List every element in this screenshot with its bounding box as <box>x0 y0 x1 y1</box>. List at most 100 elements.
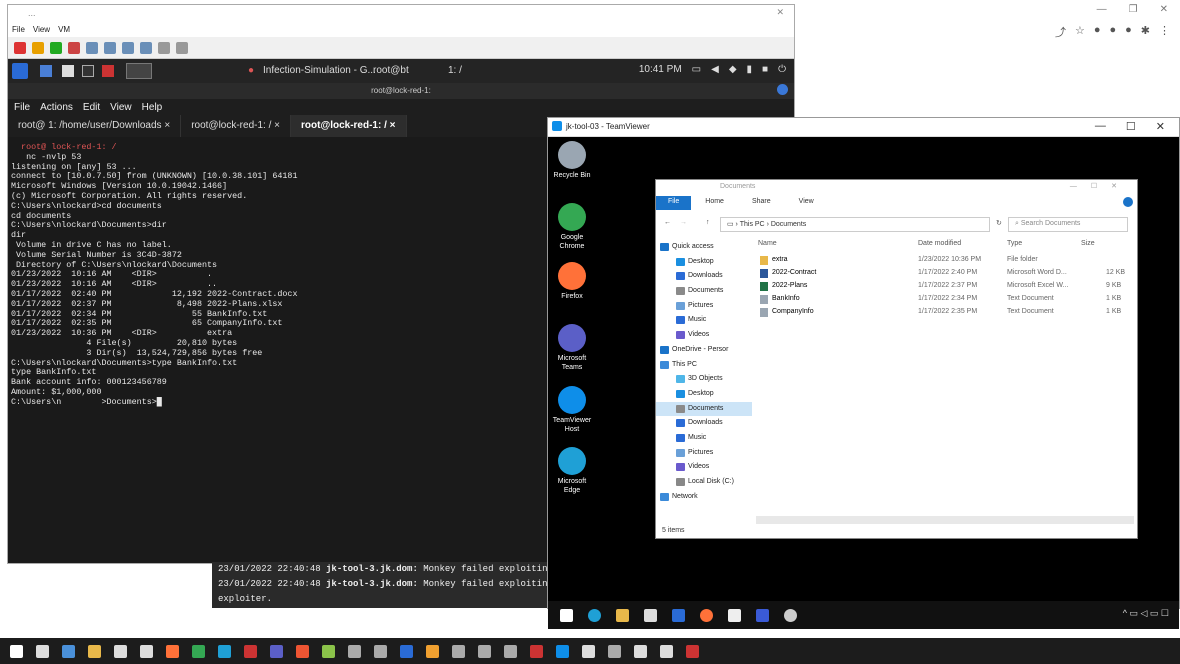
taskbar-app-icon[interactable] <box>296 644 309 658</box>
taskbar-app-icon[interactable] <box>36 644 49 658</box>
column-type[interactable]: Type <box>1007 240 1022 247</box>
file-row[interactable]: 2022-Plans 1/17/2022 2:37 PM Microsoft Exc… <box>756 280 1134 293</box>
minimize-icon[interactable]: — <box>1097 4 1107 15</box>
taskbar-terminal-title[interactable]: root@bt <box>373 65 409 76</box>
taskbar-app-icon[interactable] <box>322 644 335 658</box>
file-row[interactable]: extra 1/23/2022 10:36 PM File folder <box>756 254 1134 267</box>
search-input[interactable]: ⌕ Search Documents <box>1008 217 1128 232</box>
star-icon[interactable]: ☆ <box>1075 24 1085 40</box>
reset-icon[interactable] <box>68 41 80 54</box>
close-icon[interactable]: × <box>164 120 170 131</box>
taskbar-app-icon[interactable] <box>114 644 127 658</box>
settings-icon[interactable] <box>158 41 170 54</box>
menu-actions[interactable]: Actions <box>40 102 73 114</box>
taskbar-app-icon[interactable] <box>660 644 673 658</box>
back-icon[interactable]: ← <box>664 219 671 226</box>
taskbar-app-icon[interactable] <box>348 644 361 658</box>
nav-item[interactable]: Videos <box>656 328 752 343</box>
ribbon-share-tab[interactable]: Share <box>738 196 785 210</box>
terminal-tab-active[interactable]: root@lock-red-1: / × <box>291 115 407 137</box>
lock-icon[interactable]: ■ <box>762 64 768 75</box>
taskbar-window-title[interactable]: Infection-Simulation - G... <box>263 65 376 76</box>
browser-icon[interactable] <box>102 65 114 77</box>
mail-icon[interactable] <box>672 608 685 622</box>
terminal-icon[interactable] <box>82 65 94 77</box>
menu-view[interactable]: View <box>33 25 50 35</box>
menu-help[interactable]: Help <box>142 102 163 114</box>
powershell-icon[interactable] <box>756 608 769 622</box>
monitor-icon[interactable]: ▭ <box>692 64 701 75</box>
system-tray[interactable]: ^ ▭ ◁ ▭ ☐ <box>1123 608 1169 619</box>
taskbar-app-icon[interactable] <box>192 644 205 658</box>
address-bar[interactable]: ▭ › This PC › Documents <box>720 217 990 232</box>
refresh-icon[interactable]: ↻ <box>996 219 1002 227</box>
nav-item[interactable]: Music <box>656 313 752 328</box>
extension-icon[interactable]: ● <box>1125 24 1132 40</box>
terminal-output[interactable]: root@ lock-red-1: / nc -nvlp 53 listening… <box>8 143 548 549</box>
menu-edit[interactable]: Edit <box>83 102 100 114</box>
remote-desktop[interactable]: Recycle Bin Google Chrome Firefox Microsoft… <box>548 137 1179 629</box>
battery-icon[interactable]: ▮ <box>747 64 753 75</box>
help-icon[interactable] <box>1123 197 1133 207</box>
taskbar-app-icon[interactable] <box>452 644 465 658</box>
desktop-icon[interactable]: Firefox <box>549 262 595 301</box>
nav-item[interactable]: Downloads <box>656 269 752 284</box>
forward-icon[interactable]: → <box>680 219 687 226</box>
taskbar-app-icon[interactable] <box>634 644 647 658</box>
menu-vm[interactable]: VM <box>58 25 70 35</box>
file-row[interactable]: CompanyInfo 1/17/2022 2:35 PM Text Documen… <box>756 306 1134 319</box>
share-icon[interactable]: ⤴ <box>1055 24 1066 40</box>
file-row[interactable]: 2022-Contract 1/17/2022 2:40 PM Microsoft … <box>756 267 1134 280</box>
taskbar-app-icon[interactable] <box>582 644 595 658</box>
nav-item[interactable]: Documents <box>656 401 752 417</box>
ribbon-view-tab[interactable]: View <box>785 196 828 210</box>
taskbar-app-icon[interactable] <box>10 644 23 658</box>
breadcrumb-documents[interactable]: Documents <box>771 221 806 228</box>
nav-item[interactable]: Quick access <box>656 240 752 255</box>
column-date[interactable]: Date modified <box>918 240 961 247</box>
nav-item[interactable]: Pictures <box>656 446 752 461</box>
nav-item[interactable]: 3D Objects <box>656 372 752 387</box>
desktop-icon[interactable]: Google Chrome <box>549 203 595 251</box>
breadcrumb-this-pc[interactable]: This PC <box>740 221 765 228</box>
taskbar-app-icon[interactable] <box>140 644 153 658</box>
taskbar-app-icon[interactable] <box>166 644 179 658</box>
desktop-icon[interactable]: TeamViewer Host <box>549 386 595 434</box>
nav-item[interactable]: Local Disk (C:) <box>656 475 752 490</box>
ribbon-file-tab[interactable]: File <box>656 196 692 210</box>
taskbar-app-icon[interactable] <box>244 644 257 658</box>
desktop-icon[interactable]: Recycle Bin <box>549 141 595 180</box>
up-icon[interactable]: ↑ <box>706 219 710 226</box>
edge-icon[interactable] <box>588 608 601 622</box>
maximize-icon[interactable]: ☐ <box>1126 120 1136 133</box>
active-window-button[interactable] <box>126 63 152 79</box>
taskbar-app-icon[interactable] <box>504 644 517 658</box>
close-icon[interactable]: ✕ <box>1160 4 1168 15</box>
nav-item[interactable]: Desktop <box>656 255 752 270</box>
taskbar-app-icon[interactable] <box>530 644 543 658</box>
close-icon[interactable] <box>777 84 788 95</box>
gear-icon[interactable] <box>784 608 797 622</box>
nav-item[interactable]: Videos <box>656 460 752 475</box>
close-icon[interactable]: ✕ <box>776 7 784 18</box>
menu-view[interactable]: View <box>110 102 132 114</box>
taskbar-app-icon[interactable] <box>88 644 101 658</box>
power-icon[interactable]: ⏻ <box>778 64 786 75</box>
minimize-icon[interactable]: — <box>1095 120 1106 133</box>
firefox-icon[interactable] <box>700 608 713 622</box>
workspace-icon[interactable] <box>40 65 52 77</box>
snapshot-restore-icon[interactable] <box>104 41 116 54</box>
console-icon[interactable] <box>176 41 188 54</box>
folder-icon[interactable] <box>616 608 629 622</box>
fullscreen-icon[interactable] <box>140 41 152 54</box>
taskbar-app-icon[interactable] <box>218 644 231 658</box>
pause-icon[interactable] <box>32 41 44 54</box>
desktop-icon[interactable]: Microsoft Edge <box>549 447 595 495</box>
taskbar-workspace[interactable]: 1: / <box>448 65 462 76</box>
nav-item[interactable]: Network <box>656 490 752 505</box>
desktop-icon[interactable]: Microsoft Teams <box>549 324 595 372</box>
file-row[interactable]: BankInfo 1/17/2022 2:34 PM Text Document 1 … <box>756 293 1134 306</box>
terminal-tab[interactable]: root@ 1: /home/user/Downloads × <box>8 115 182 137</box>
terminal-tab[interactable]: root@lock-red-1: / × <box>181 115 291 137</box>
close-icon[interactable]: × <box>390 120 396 131</box>
